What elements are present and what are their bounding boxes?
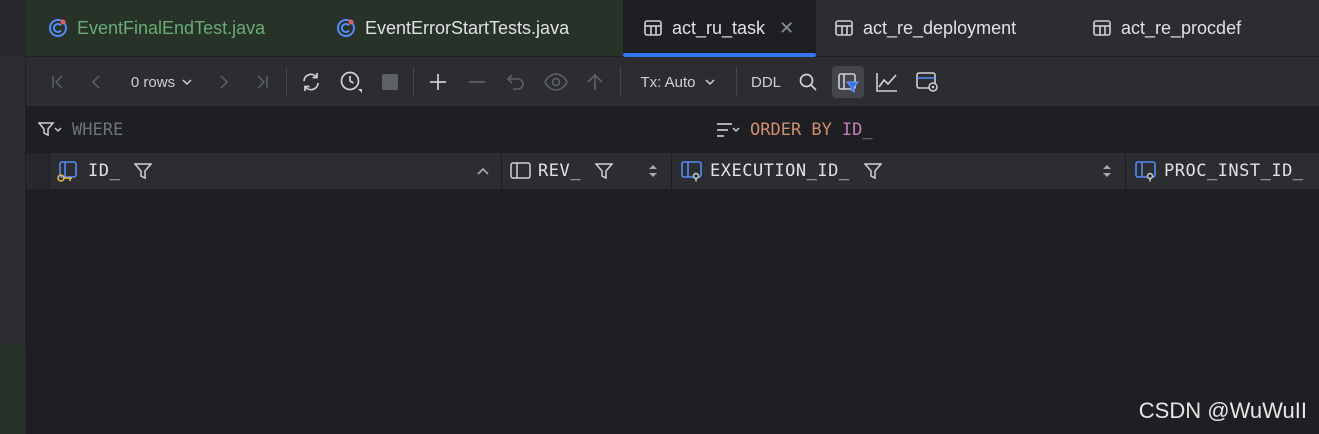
next-page-icon[interactable] <box>210 66 238 98</box>
left-gutter <box>0 0 26 434</box>
tab-act-re-procdef[interactable]: act_re_procdef <box>1078 0 1319 56</box>
column-icon <box>510 161 532 181</box>
column-filter-icon[interactable] <box>863 162 882 180</box>
preview-changes-eye-icon[interactable] <box>541 66 571 98</box>
revert-icon[interactable] <box>502 66 530 98</box>
view-settings-icon[interactable] <box>912 66 942 98</box>
tx-mode-label: Tx: Auto <box>640 73 696 91</box>
tab-act-re-deployment[interactable]: act_re_deployment <box>816 0 1078 56</box>
order-by-keyword: ORDER BY <box>750 120 832 140</box>
order-by-column: ID_ <box>841 120 873 140</box>
column-header-id[interactable]: ID_ <box>50 153 502 189</box>
filter-icon[interactable] <box>38 121 62 139</box>
tab-label: EventFinalEndTest.java <box>77 17 266 38</box>
watermark: CSDN @WuWuII <box>1138 398 1307 423</box>
transaction-mode-dropdown[interactable]: Tx: Auto <box>632 66 724 98</box>
row-number-header <box>26 153 50 189</box>
last-page-icon[interactable] <box>248 66 276 98</box>
java-class-icon <box>48 18 68 38</box>
delete-row-icon[interactable] <box>463 66 491 98</box>
sort-ascending-icon[interactable] <box>476 153 496 189</box>
column-filter-icon[interactable] <box>594 162 613 180</box>
order-by-input[interactable]: ORDER BY ID_ <box>716 120 873 140</box>
rows-count-dropdown[interactable]: 0 rows <box>122 66 202 98</box>
column-name: REV_ <box>538 161 581 181</box>
tab-label: act_ru_task <box>672 17 766 38</box>
table-icon <box>834 18 854 38</box>
gutter-top <box>0 0 26 57</box>
column-name: EXECUTION_ID_ <box>710 161 850 181</box>
tab-label: act_re_procdef <box>1121 17 1242 38</box>
tab-eventfinalendtest[interactable]: EventFinalEndTest.java <box>26 0 306 56</box>
column-name: ID_ <box>88 161 121 181</box>
foreign-key-column-icon <box>680 160 704 182</box>
toolbar-separator <box>736 67 737 97</box>
toolbar-separator <box>286 67 287 97</box>
add-row-icon[interactable] <box>424 66 452 98</box>
chart-icon[interactable] <box>872 66 902 98</box>
gutter-green-area <box>0 345 26 434</box>
rows-count-label: 0 rows <box>130 73 176 91</box>
data-editor-toolbar: 0 rows Tx: Auto DDL <box>26 57 1319 107</box>
submit-arrow-up-icon[interactable] <box>581 66 609 98</box>
editor-tab-bar: EventFinalEndTest.java EventErrorStartTe… <box>26 0 1319 57</box>
column-header-proc-inst-id[interactable]: PROC_INST_ID_ <box>1126 153 1319 189</box>
table-icon <box>643 18 663 38</box>
foreign-key-column-icon <box>1134 160 1158 182</box>
column-header-rev[interactable]: REV_ <box>502 153 672 189</box>
tab-label: act_re_deployment <box>863 17 1017 38</box>
sort-lines-icon[interactable] <box>716 121 740 139</box>
where-label: WHERE <box>72 120 124 140</box>
sort-toggle-icon[interactable] <box>1102 153 1118 189</box>
ddl-label: DDL <box>750 73 781 91</box>
previous-page-icon[interactable] <box>82 66 110 98</box>
column-header-execution-id[interactable]: EXECUTION_ID_ <box>672 153 1126 189</box>
sort-toggle-icon[interactable] <box>648 153 664 189</box>
filter-bar: WHERE ORDER BY ID_ <box>26 108 1319 153</box>
tab-eventerrorstarttests[interactable]: EventErrorStartTests.java <box>306 0 623 56</box>
tab-label: EventErrorStartTests.java <box>365 17 570 38</box>
toolbar-separator <box>620 67 621 97</box>
filter-view-icon[interactable] <box>832 66 864 98</box>
first-page-icon[interactable] <box>44 66 72 98</box>
column-header-row: ID_ REV_ EXECUTION_ID_ PROC_INST_ID_ <box>26 153 1319 189</box>
results-grid[interactable] <box>26 189 1319 434</box>
chevron-down-icon <box>704 76 716 88</box>
primary-key-column-icon <box>56 159 82 183</box>
reload-icon[interactable] <box>296 66 326 98</box>
stop-icon[interactable] <box>376 66 404 98</box>
where-filter-input[interactable]: WHERE <box>38 120 123 140</box>
java-class-icon <box>336 18 356 38</box>
chevron-down-icon <box>181 76 193 88</box>
column-name: PROC_INST_ID_ <box>1164 161 1304 181</box>
column-filter-icon[interactable] <box>134 162 153 180</box>
ddl-button[interactable]: DDL <box>746 66 786 98</box>
search-icon[interactable] <box>794 66 822 98</box>
toolbar-separator <box>413 67 414 97</box>
close-icon[interactable]: ✕ <box>779 18 794 39</box>
history-clock-icon[interactable] <box>336 66 366 98</box>
tab-act-ru-task[interactable]: act_ru_task ✕ <box>623 0 816 57</box>
table-icon <box>1092 18 1112 38</box>
